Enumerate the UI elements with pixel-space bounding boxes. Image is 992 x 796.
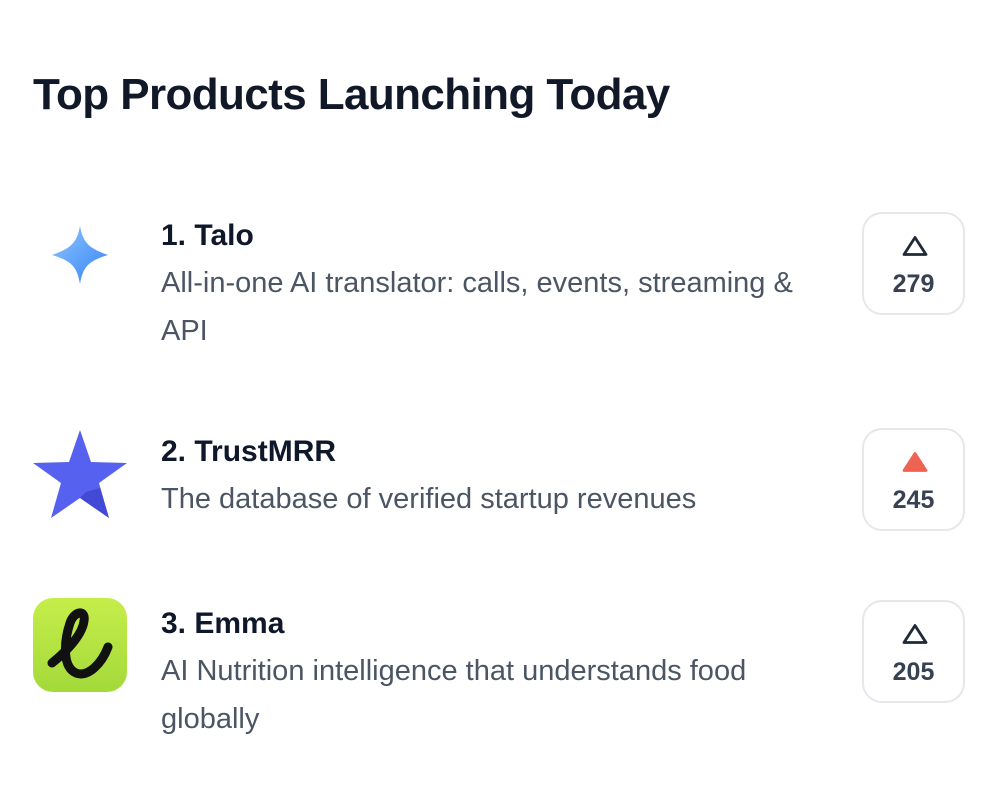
product-name[interactable]: 3. Emma (161, 606, 841, 642)
upvote-button[interactable]: 245 (862, 428, 965, 531)
upvote-triangle-icon (902, 624, 928, 644)
page-title: Top Products Launching Today (33, 70, 670, 119)
green-e-letter-icon[interactable] (32, 597, 128, 693)
blue-sparkle-icon[interactable] (32, 208, 128, 304)
upvote-count: 205 (892, 658, 935, 686)
product-name[interactable]: 2. TrustMRR (161, 434, 841, 470)
product-tagline: All-in-one AI translator: calls, events,… (161, 267, 793, 347)
upvote-triangle-icon (902, 452, 928, 472)
upvote-count: 279 (892, 270, 935, 298)
blue-star-icon[interactable] (32, 428, 128, 524)
product-name[interactable]: 1. Talo (161, 218, 841, 254)
upvote-triangle-icon (902, 236, 928, 256)
upvote-button[interactable]: 279 (862, 212, 965, 315)
upvote-count: 245 (892, 486, 935, 514)
product-tagline: The database of verified startup revenue… (161, 483, 697, 515)
product-tagline: AI Nutrition intelligence that understan… (161, 655, 747, 735)
upvote-button[interactable]: 205 (862, 600, 965, 703)
